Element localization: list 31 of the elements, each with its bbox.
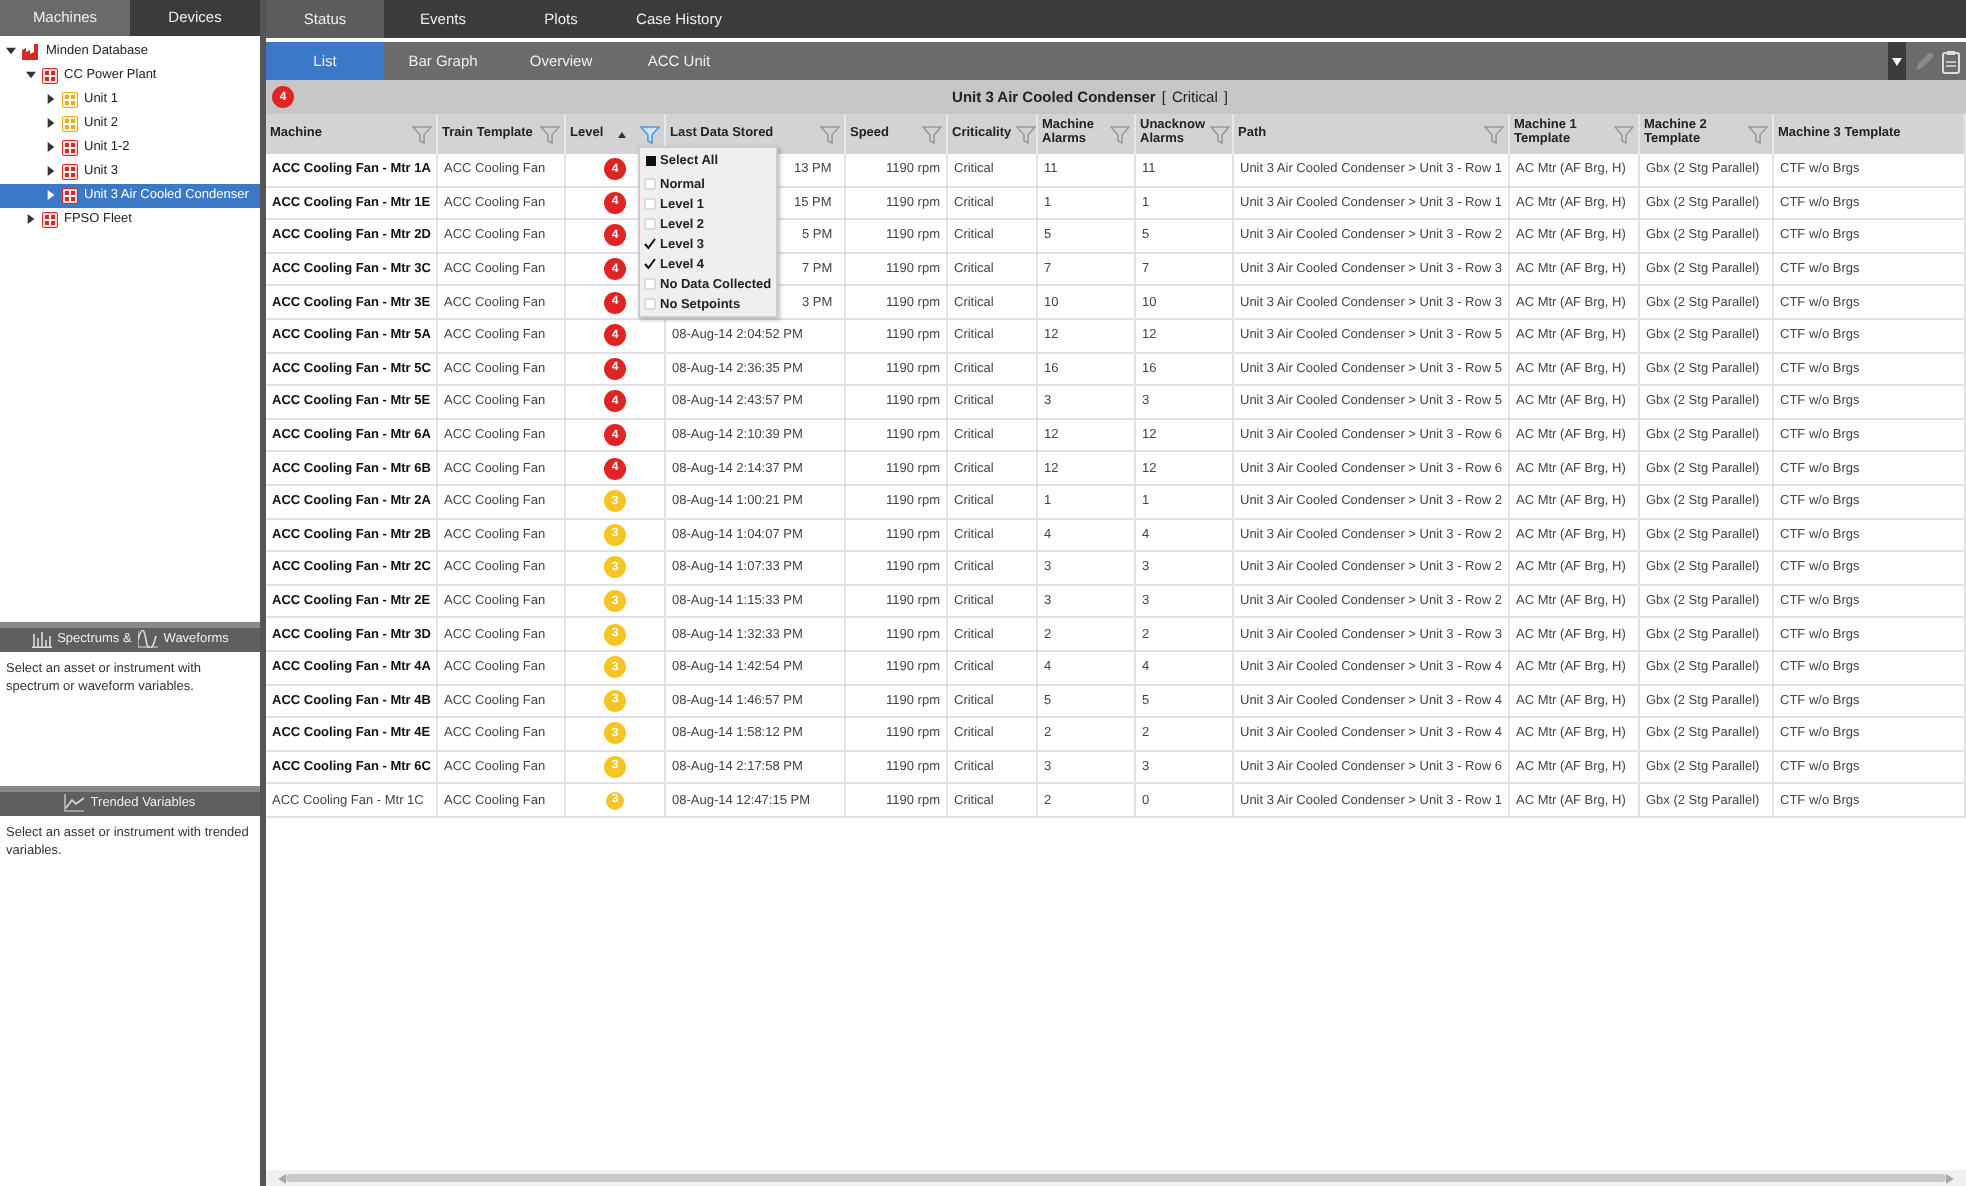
waveform-icon (137, 630, 158, 649)
expand-icon[interactable] (46, 166, 56, 177)
dropdown-button[interactable] (1888, 42, 1906, 80)
filter-icon[interactable] (1614, 125, 1634, 143)
filter-icon[interactable] (1110, 125, 1130, 143)
expand-icon[interactable] (46, 142, 56, 153)
checkbox-partial[interactable] (644, 154, 656, 166)
checkbox[interactable] (644, 298, 656, 310)
checkbox[interactable] (644, 278, 656, 290)
sort-icon (617, 131, 626, 137)
scrollbar-thumb[interactable] (286, 1174, 1946, 1182)
filter-icon[interactable] (820, 125, 840, 143)
collapse-icon[interactable] (6, 46, 16, 57)
checkbox[interactable] (644, 178, 656, 190)
caret-icon (1892, 57, 1902, 65)
filter-icon[interactable] (922, 125, 942, 143)
filter-icon[interactable] (1209, 125, 1230, 143)
expand-icon[interactable] (46, 118, 56, 129)
clipboard-icon[interactable] (1942, 49, 1960, 73)
collapse-icon[interactable] (26, 70, 36, 81)
expand-icon[interactable] (46, 94, 56, 105)
checkbox[interactable] (644, 218, 656, 230)
filter-icon[interactable] (1748, 125, 1768, 143)
filter-icon[interactable] (1484, 125, 1504, 143)
filter-icon[interactable] (1015, 125, 1036, 143)
filter-icon[interactable] (540, 125, 560, 143)
checkbox[interactable] (644, 198, 656, 210)
filter-icon[interactable] (412, 125, 432, 143)
expand-icon[interactable] (26, 214, 36, 225)
bar-chart-icon (31, 630, 52, 649)
trend-icon (64, 794, 85, 813)
